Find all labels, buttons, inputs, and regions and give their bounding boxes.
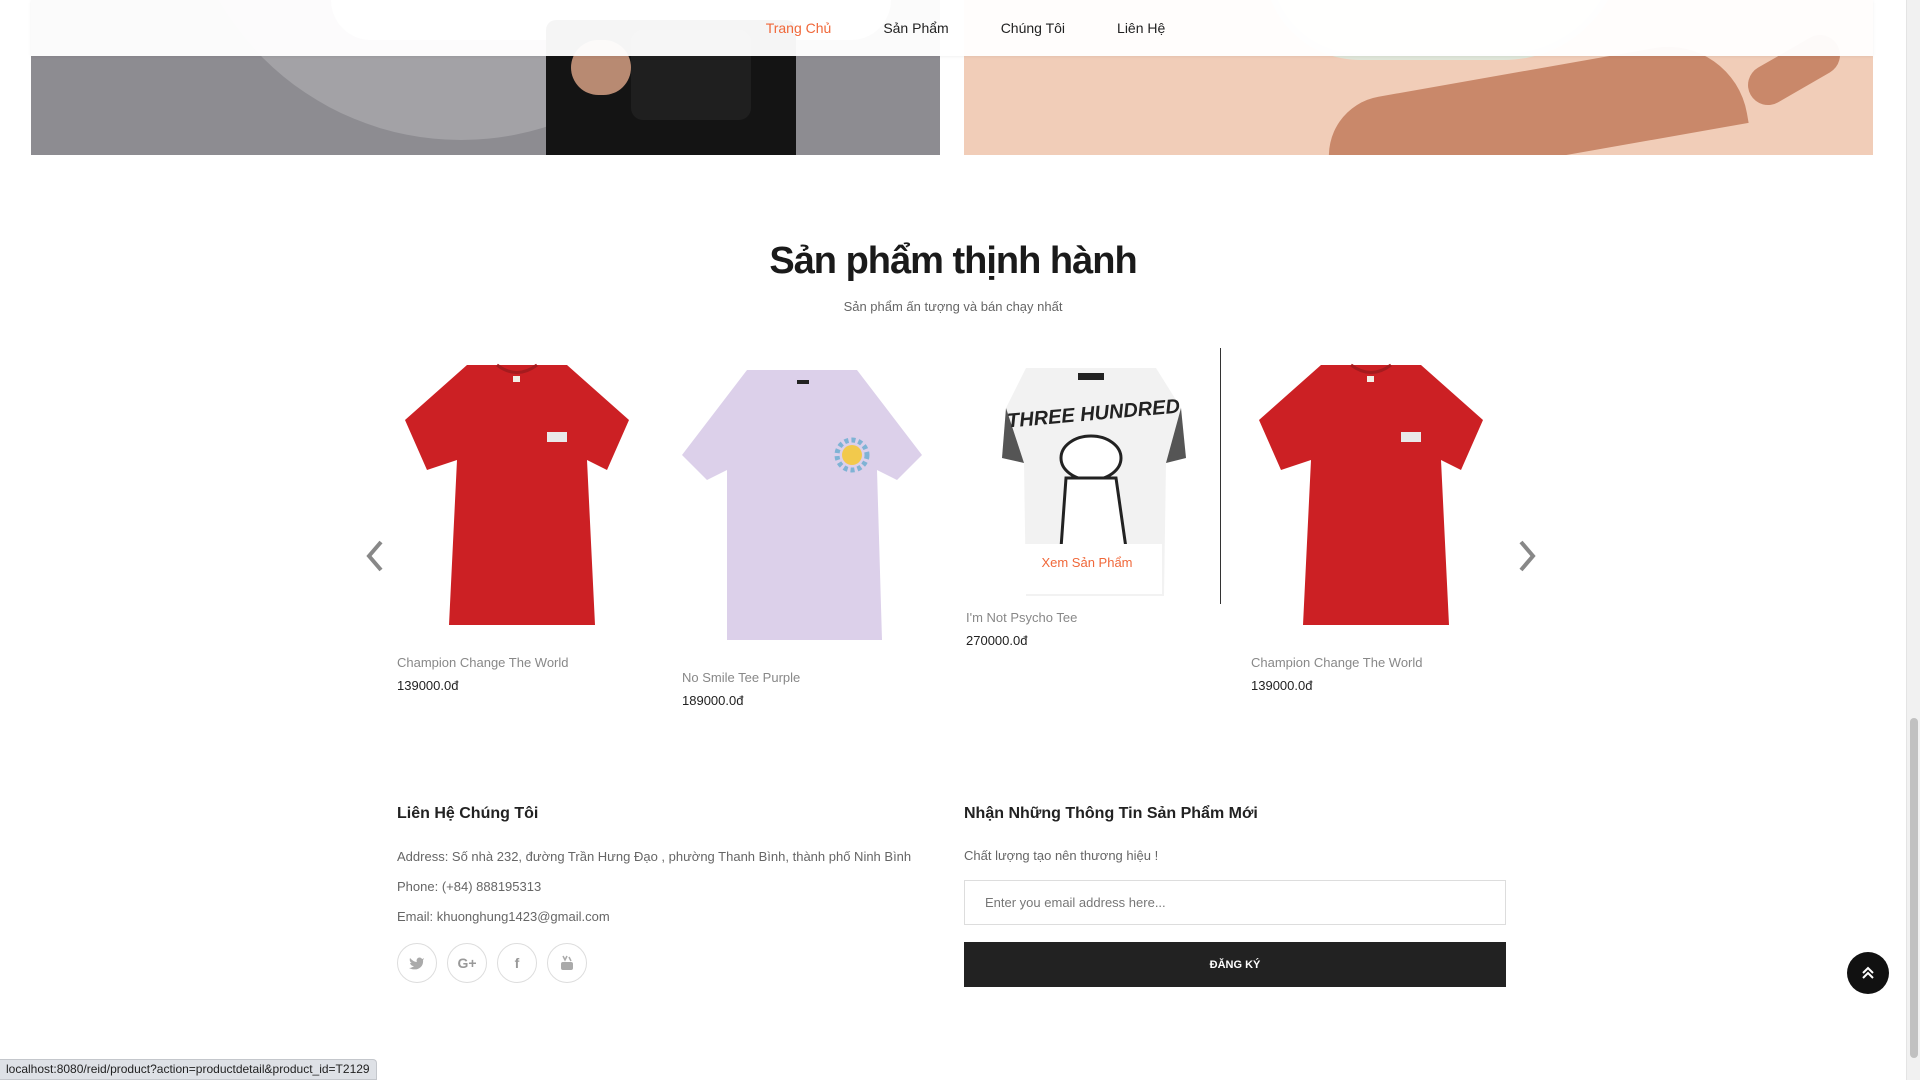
back-to-top-button[interactable] bbox=[1847, 952, 1889, 994]
section-subtitle: Sản phẩm ấn tượng và bán chạy nhất bbox=[843, 299, 1063, 314]
product-card[interactable]: Champion Change The World 139000.0đ bbox=[397, 360, 637, 693]
product-image[interactable] bbox=[682, 360, 922, 665]
product-name[interactable]: No Smile Tee Purple bbox=[682, 670, 922, 685]
browser-status-url: localhost:8080/reid/product?action=produ… bbox=[0, 1059, 377, 1080]
double-chevron-up-icon bbox=[1862, 966, 1874, 979]
product-image[interactable] bbox=[397, 360, 637, 650]
newsletter-text: Chất lượng tạo nên thương hiệu ! bbox=[964, 848, 1159, 863]
product-price: 139000.0đ bbox=[397, 678, 459, 693]
email-input[interactable] bbox=[964, 880, 1506, 925]
nav-item-contact[interactable]: Liên Hệ bbox=[1117, 20, 1165, 36]
product-card[interactable]: Champion Change The World 139000.0đ bbox=[1251, 360, 1491, 693]
scrollbar-thumb[interactable] bbox=[1910, 718, 1918, 1058]
product-name[interactable]: I'm Not Psycho Tee bbox=[966, 610, 1221, 625]
section-title: Sản phẩm thịnh hành bbox=[769, 240, 1137, 282]
hover-divider bbox=[1220, 348, 1221, 604]
main-nav: Trang Chủ Sản Phẩm Chúng Tôi Liên Hệ bbox=[31, 0, 1873, 56]
nav-item-products[interactable]: Sản Phẩm bbox=[883, 20, 948, 36]
subscribe-button[interactable]: ĐĂNG KÝ bbox=[964, 942, 1506, 987]
nav-item-about[interactable]: Chúng Tôi bbox=[1001, 20, 1065, 36]
contact-address: Address: Số nhà 232, đường Trần Hưng Đạo… bbox=[397, 849, 912, 864]
view-product-button[interactable]: Xem Sản Phẩm bbox=[1012, 544, 1162, 594]
product-image[interactable]: THREE HUNDRED Xem Sản Phẩm bbox=[966, 348, 1221, 610]
newsletter-title: Nhận Những Thông Tin Sản Phẩm Mới bbox=[964, 805, 1258, 822]
chevron-left-icon bbox=[366, 540, 383, 572]
google-plus-icon[interactable]: G+ bbox=[447, 943, 487, 983]
social-links: G+ f bbox=[397, 943, 587, 983]
product-price: 139000.0đ bbox=[1251, 678, 1313, 693]
twitter-icon[interactable] bbox=[397, 943, 437, 983]
product-name[interactable]: Champion Change The World bbox=[397, 655, 637, 670]
contact-phone: Phone: (+84) 888195313 bbox=[397, 879, 542, 894]
product-price: 189000.0đ bbox=[682, 693, 744, 708]
product-price: 270000.0đ bbox=[966, 633, 1028, 648]
product-image[interactable] bbox=[1251, 360, 1491, 650]
page-scrollbar[interactable] bbox=[1906, 0, 1920, 1080]
chevron-right-icon bbox=[1519, 540, 1536, 572]
product-card[interactable]: THREE HUNDRED Xem Sản Phẩm I'm Not Psych… bbox=[966, 348, 1221, 648]
facebook-icon[interactable]: f bbox=[497, 943, 537, 983]
product-card[interactable]: No Smile Tee Purple 189000.0đ bbox=[682, 360, 922, 708]
contact-title: Liên Hệ Chúng Tôi bbox=[397, 805, 539, 822]
carousel-next-button[interactable] bbox=[1517, 540, 1537, 575]
youtube-icon[interactable] bbox=[547, 943, 587, 983]
nav-item-home[interactable]: Trang Chủ bbox=[766, 20, 832, 36]
carousel-prev-button[interactable] bbox=[365, 540, 385, 575]
site-header: Trang Chủ Sản Phẩm Chúng Tôi Liên Hệ bbox=[31, 0, 1873, 56]
contact-email: Email: khuonghung1423@gmail.com bbox=[397, 909, 610, 924]
product-name[interactable]: Champion Change The World bbox=[1251, 655, 1491, 670]
